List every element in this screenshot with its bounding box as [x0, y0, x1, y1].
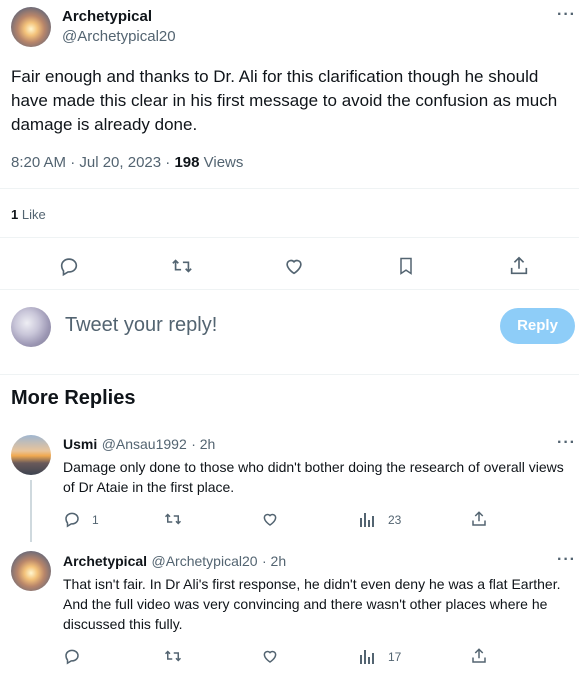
- retweet-icon[interactable]: [163, 510, 183, 528]
- reply-icon[interactable]: [63, 647, 81, 665]
- more-replies-heading: More Replies: [11, 387, 136, 409]
- reply-input[interactable]: Tweet your reply!: [65, 314, 217, 337]
- views-icon[interactable]: [359, 647, 375, 665]
- like-icon[interactable]: [283, 255, 305, 277]
- retweet-icon[interactable]: [170, 255, 194, 277]
- like-icon[interactable]: [261, 510, 279, 528]
- thread-line: [30, 480, 32, 542]
- author-name[interactable]: Archetypical: [62, 8, 152, 25]
- divider: [0, 237, 579, 238]
- tweet-meta: 8:20 AM · Jul 20, 2023 · 198 Views: [11, 154, 243, 171]
- divider: [0, 374, 579, 375]
- reply-icon[interactable]: [58, 255, 80, 277]
- reply-time[interactable]: · 2h: [191, 436, 215, 452]
- divider: [0, 188, 579, 189]
- reply-author-handle[interactable]: @Archetypical20: [152, 553, 258, 569]
- more-options-icon[interactable]: ···: [557, 434, 576, 452]
- views-count: 17: [388, 650, 402, 664]
- reply-author-name[interactable]: Usmi: [63, 436, 97, 452]
- share-icon[interactable]: [470, 647, 488, 665]
- share-icon[interactable]: [508, 255, 530, 277]
- author-avatar[interactable]: [11, 7, 51, 47]
- likes-label: Like: [18, 207, 46, 222]
- more-options-icon[interactable]: ···: [557, 6, 576, 24]
- author-handle[interactable]: @Archetypical20: [62, 28, 176, 45]
- views-count: 198: [174, 154, 200, 171]
- tweet-timestamp[interactable]: 8:20 AM · Jul 20, 2023 ·: [11, 154, 174, 171]
- views-icon[interactable]: [359, 510, 375, 528]
- reply-avatar[interactable]: [11, 551, 51, 591]
- user-avatar: [11, 307, 51, 347]
- reply-time[interactable]: · 2h: [262, 553, 286, 569]
- more-options-icon[interactable]: ···: [557, 551, 576, 569]
- reply-icon[interactable]: [63, 510, 81, 528]
- tweet-text: Fair enough and thanks to Dr. Ali for th…: [11, 67, 558, 134]
- share-icon[interactable]: [470, 510, 488, 528]
- reply-button[interactable]: Reply: [500, 308, 575, 344]
- reply-text: That isn't fair. In Dr Ali's first respo…: [63, 576, 561, 632]
- bookmark-icon[interactable]: [396, 255, 416, 277]
- reply-header: Archetypical @Archetypical20 · 2h: [63, 553, 286, 571]
- reply-avatar[interactable]: [11, 435, 51, 475]
- reply-header: Usmi @Ansau1992 · 2h: [63, 436, 215, 454]
- likes-summary[interactable]: 1 Like: [11, 207, 46, 222]
- reply-author-handle[interactable]: @Ansau1992: [102, 436, 187, 452]
- like-icon[interactable]: [261, 647, 279, 665]
- reply-author-name[interactable]: Archetypical: [63, 553, 147, 569]
- views-count: 23: [388, 513, 402, 527]
- reply-count: 1: [92, 513, 99, 527]
- reply-text: Damage only done to those who didn't bot…: [63, 459, 564, 495]
- retweet-icon[interactable]: [163, 647, 183, 665]
- divider: [0, 289, 579, 290]
- views-label: Views: [199, 154, 244, 171]
